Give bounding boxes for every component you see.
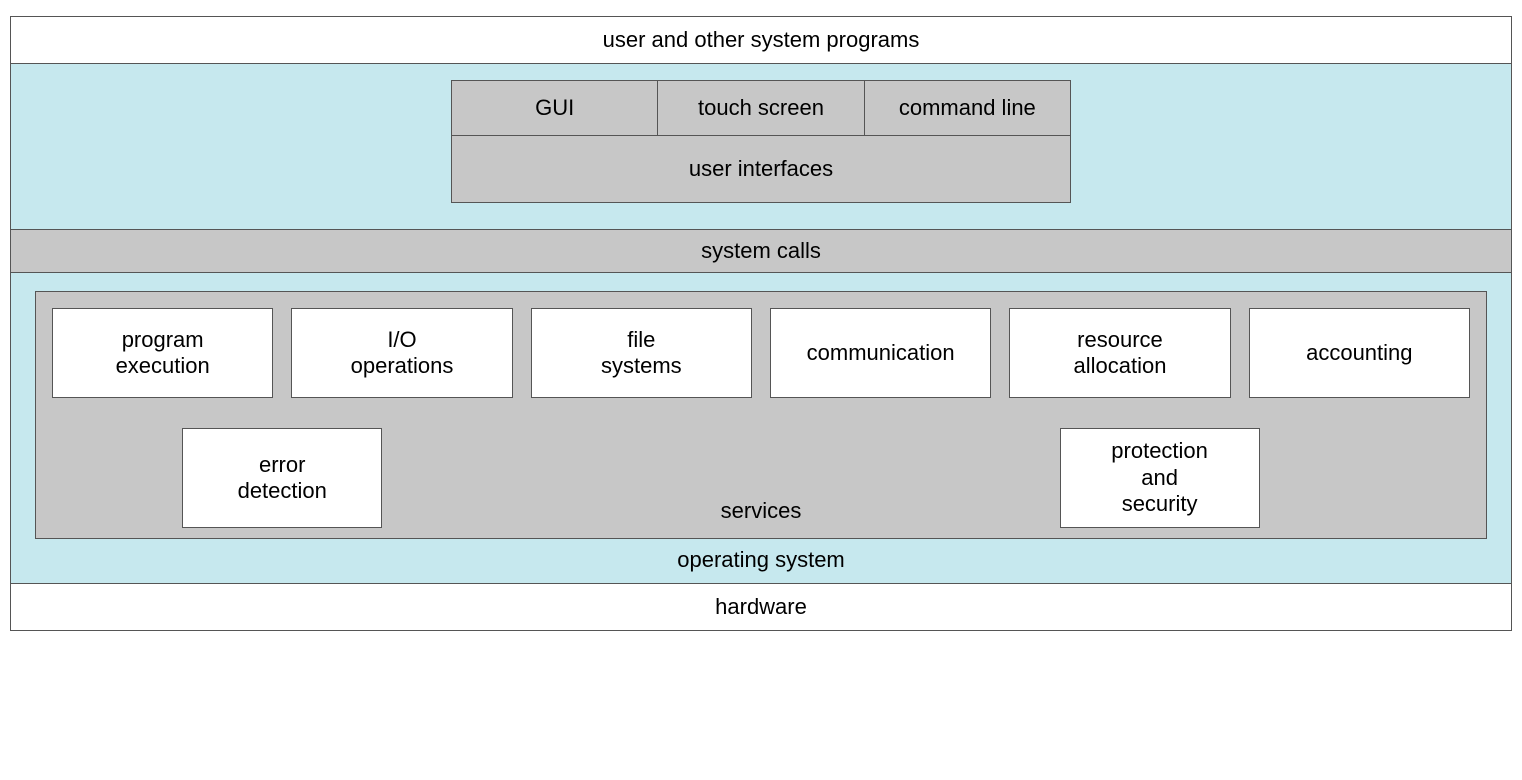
services-label: services [52,498,1470,524]
operating-system-label: operating system [11,539,1511,583]
user-interfaces-block: GUI touch screen command line user inter… [451,80,1071,203]
user-interfaces-area: GUI touch screen command line user inter… [11,64,1511,229]
user-interfaces-label: user interfaces [452,136,1070,202]
user-programs-label: user and other system programs [603,27,920,52]
service-io-operations: I/O operations [291,308,512,398]
system-calls-label: system calls [701,238,821,263]
layer-hardware: hardware [11,584,1511,630]
services-row-2: error detection protection and security … [52,428,1470,528]
services-area: program execution I/O operations file sy… [11,273,1511,539]
service-file-systems: file systems [531,308,752,398]
layer-system-calls: system calls [11,229,1511,273]
services-box: program execution I/O operations file sy… [35,291,1487,539]
layer-operating-system: GUI touch screen command line user inter… [11,64,1511,584]
service-communication: communication [770,308,991,398]
layer-user-programs: user and other system programs [11,17,1511,64]
os-services-diagram: user and other system programs GUI touch… [0,0,1522,780]
services-row-1: program execution I/O operations file sy… [52,308,1470,398]
ui-type-cli: command line [865,81,1070,135]
service-accounting: accounting [1249,308,1470,398]
service-resource-allocation: resource allocation [1009,308,1230,398]
ui-type-touch: touch screen [658,81,864,135]
hardware-label: hardware [715,594,807,619]
ui-type-gui: GUI [452,81,658,135]
service-program-execution: program execution [52,308,273,398]
diagram-frame: user and other system programs GUI touch… [10,16,1512,631]
ui-types-row: GUI touch screen command line [452,81,1070,136]
